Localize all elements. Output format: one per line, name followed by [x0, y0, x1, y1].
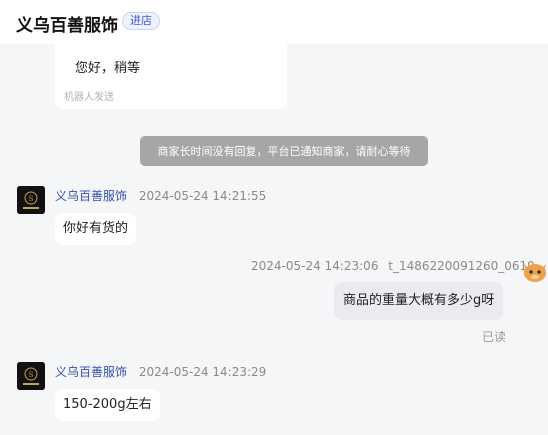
message-meta: 2024-05-24 14:23:06 t_1486220091260_0619 — [251, 259, 535, 273]
merchant-message-bubble: 150-200g左右 — [55, 389, 160, 421]
system-notice: 商家长时间没有回复，平台已通知商家，请耐心等待 — [140, 136, 428, 166]
read-status: 已读 — [482, 330, 507, 344]
svg-text:S: S — [29, 371, 34, 379]
sender-name: 义乌百善服饰 — [55, 189, 128, 203]
chat-header: 义乌百善服饰 进店 — [0, 0, 548, 44]
customer-id: t_1486220091260_0619 — [388, 259, 535, 273]
shop-name: 义乌百善服饰 — [16, 16, 118, 36]
svg-text:S: S — [29, 195, 34, 203]
sender-name: 义乌百善服饰 — [55, 365, 128, 379]
bot-message-text: 您好，稍等 — [75, 61, 141, 76]
timestamp: 2024-05-24 14:23:29 — [138, 365, 267, 379]
shop-logo-icon: S — [17, 186, 45, 214]
message-meta: 义乌百善服饰 2024-05-24 14:21:55 — [55, 187, 266, 204]
timestamp: 2024-05-24 14:21:55 — [138, 189, 267, 203]
timestamp: 2024-05-24 14:23:06 — [251, 259, 379, 273]
shop-logo-icon: S — [17, 362, 45, 390]
message-meta: 义乌百善服饰 2024-05-24 14:23:29 — [55, 363, 266, 380]
bot-sent-label: 机器人发送 — [64, 92, 114, 103]
merchant-message-bubble: 你好有货的 — [55, 213, 137, 245]
customer-message-bubble: 商品的重量大概有多少g呀 — [334, 282, 504, 320]
cartoon-animal-avatar-icon — [520, 258, 548, 284]
enter-shop-button[interactable]: 进店 — [122, 12, 160, 30]
bot-message-bubble: 您好，稍等 机器人发送 — [55, 44, 287, 109]
